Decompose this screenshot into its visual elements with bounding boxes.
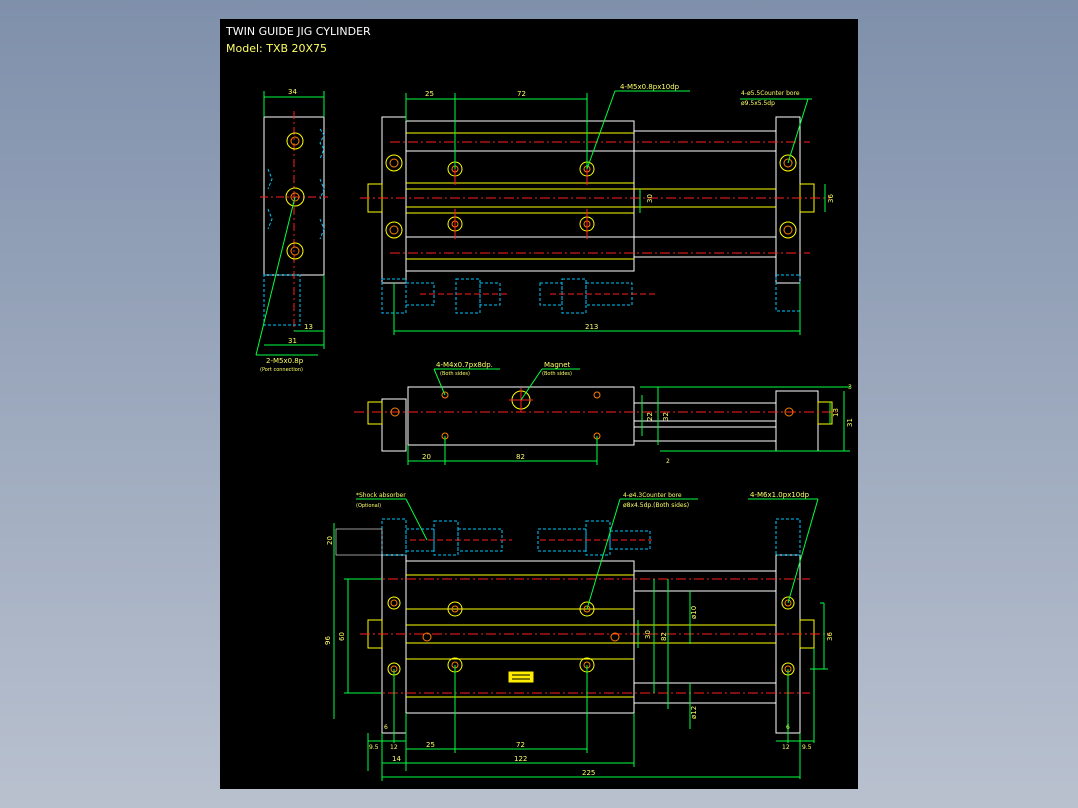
dim-bottom-9-5a: 9.5 xyxy=(369,744,379,751)
side-m4-note: (Both sides) xyxy=(440,371,470,377)
dim-side-22: 22 xyxy=(646,412,654,421)
drawing-sheet: TWIN GUIDE JIG CYLINDER Model: TXB 20X75… xyxy=(220,19,858,789)
dim-side-82: 82 xyxy=(516,453,525,461)
dim-bottom-14: 14 xyxy=(392,755,401,763)
dim-side-3: 3 xyxy=(848,384,852,391)
dim-bottom-phi12: ø12 xyxy=(690,706,698,719)
port-note: (Port connection) xyxy=(260,367,303,373)
dim-side-32: 32 xyxy=(662,412,670,421)
dim-bottom-20: 20 xyxy=(326,536,334,545)
dim-13: 13 xyxy=(304,323,313,331)
dim-top-36: 36 xyxy=(827,194,835,203)
dim-bottom-12a: 12 xyxy=(390,744,398,751)
cad-drawing: TWIN GUIDE JIG CYLINDER Model: TXB 20X75… xyxy=(225,25,854,781)
side-view: 4-M4x0.7px8dp. (Both sides) Magnet (Both… xyxy=(354,361,854,465)
top-cbore-callout-2: ø9.5x5.5dp xyxy=(741,100,775,107)
dim-bottom-225: 225 xyxy=(582,769,595,777)
bottom-view: *Shock absorber (Optional) 4-ø4.3Counter… xyxy=(324,491,834,781)
side-magnet-note: (Both sides) xyxy=(542,371,572,377)
dim-bottom-30: 30 xyxy=(644,630,652,639)
dim-top-72: 72 xyxy=(517,90,526,98)
dim-bottom-72: 72 xyxy=(516,741,525,749)
end-view: 34 13 31 2-M5x0.8p (Port connection) xyxy=(255,88,328,373)
dim-31: 31 xyxy=(288,337,297,345)
dim-34: 34 xyxy=(288,88,297,96)
dim-bottom-60: 60 xyxy=(338,632,346,641)
shock-callout: *Shock absorber xyxy=(356,492,406,499)
dim-bottom-96: 96 xyxy=(324,636,332,645)
dim-side-31: 31 xyxy=(846,418,854,427)
dim-top-30: 30 xyxy=(646,194,654,203)
side-m4-callout: 4-M4x0.7px8dp. xyxy=(436,361,493,369)
dim-bottom-9-5b: 9.5 xyxy=(802,744,812,751)
dim-bottom-122: 122 xyxy=(514,755,527,763)
top-cbore-callout: 4-ø5.5Counter bore xyxy=(741,90,800,97)
top-view: 25 72 4-M5x0.8px10dp 4-ø5.5Counter bore … xyxy=(360,83,835,335)
drawing-model: Model: TXB 20X75 xyxy=(226,42,327,55)
bottom-m6-callout: 4-M6x1.0px10dp xyxy=(750,491,810,499)
top-thread-callout: 4-M5x0.8px10dp xyxy=(620,83,680,91)
dim-top-213: 213 xyxy=(585,323,598,331)
dim-side-20: 20 xyxy=(422,453,431,461)
dim-bottom-82: 82 xyxy=(660,632,668,641)
shock-callout-note: (Optional) xyxy=(356,503,381,509)
bottom-cbore-callout: 4-ø4.3Counter bore xyxy=(623,492,682,499)
dim-bottom-36: 36 xyxy=(826,632,834,641)
drawing-title: TWIN GUIDE JIG CYLINDER xyxy=(225,25,371,38)
dim-top-25: 25 xyxy=(425,90,434,98)
dim-bottom-12b: 12 xyxy=(782,744,790,751)
dim-bottom-6a: 6 xyxy=(384,724,388,731)
dim-bottom-25: 25 xyxy=(426,741,435,749)
side-magnet-callout: Magnet xyxy=(544,361,571,369)
dim-side-13: 13 xyxy=(832,408,840,417)
dim-bottom-phi10: ø10 xyxy=(690,606,698,619)
dim-side-2: 2 xyxy=(666,458,670,465)
bottom-cbore-callout-2: ø8x4.5dp.(Both sides) xyxy=(623,502,689,509)
port-callout: 2-M5x0.8p xyxy=(266,357,304,365)
